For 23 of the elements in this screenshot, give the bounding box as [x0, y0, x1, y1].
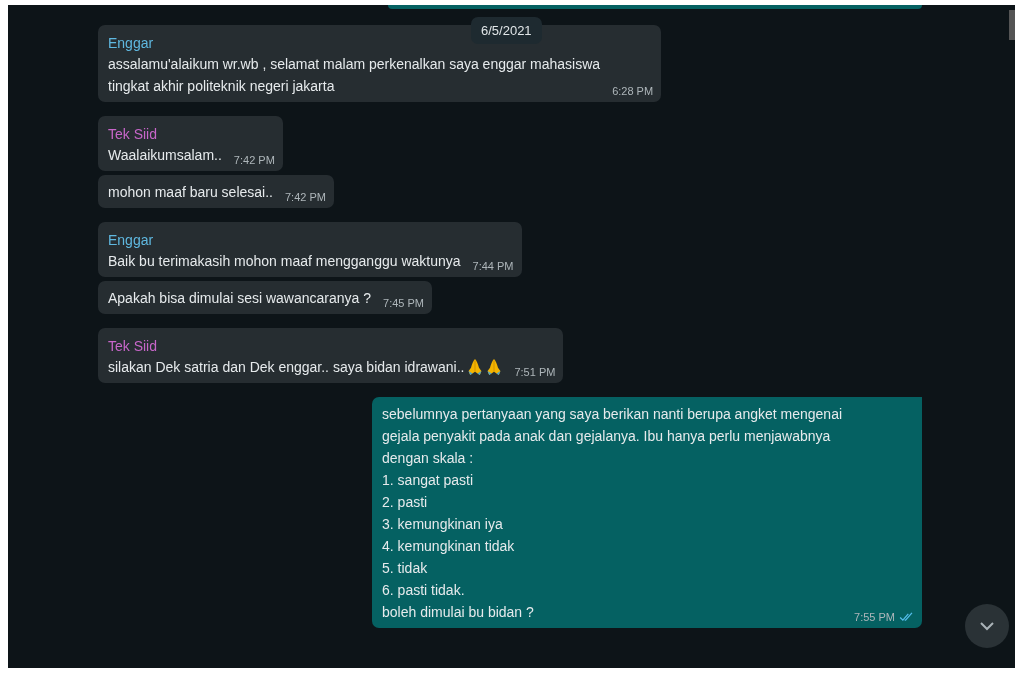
message-time: 7:51 PM	[514, 366, 556, 378]
message-text: sebelumnya pertanyaan yang saya berikan nanti berupa angket mengenai gejala penyakit pada anak dan gejalanya. Ibu hanya perlu menjawabnya dengan skala : 1. sangat pasti 2. pasti 3. kemungkinan iya 4. kemungkinan tidak 5. tidak 6. pasti tidak. boleh dimulai bu bidan ?	[382, 405, 843, 622]
praying-hands-icon	[467, 358, 484, 376]
message-text: Waalaikumsalam..	[108, 146, 222, 165]
scrollbar-thumb[interactable]	[1009, 10, 1015, 40]
praying-hands-icon	[486, 358, 503, 376]
message-text: assalamu'alaikum wr.wb , selamat malam perkenalkan saya enggar mahasiswa tingkat akhir politeknik negeri jakarta	[108, 55, 601, 96]
sender-name: Enggar	[108, 34, 155, 53]
message-time: 7:42 PM	[233, 154, 275, 166]
message-time: 7:44 PM	[472, 260, 514, 272]
message-time: 7:45 PM	[383, 297, 424, 309]
message-time: 7:55 PM	[854, 611, 895, 623]
message-time: 6:28 PM	[612, 85, 654, 97]
scroll-down-button[interactable]	[965, 604, 1009, 648]
message-text: mohon maaf baru selesai..	[108, 183, 273, 202]
message-text: Apakah bisa dimulai sesi wawancaranya ?	[108, 289, 372, 308]
message-time: 7:42 PM	[285, 191, 326, 203]
sender-name: Tek Siid	[108, 337, 159, 356]
date-chip: 6/5/2021	[471, 17, 542, 44]
message-text: Baik bu terimakasih mohon maaf mengganggu waktunya	[108, 252, 461, 271]
message-text: silakan Dek satria dan Dek enggar.. saya bidan idrawani..	[108, 358, 465, 377]
sender-name: Tek Siid	[108, 125, 159, 144]
sender-name: Enggar	[108, 231, 155, 250]
